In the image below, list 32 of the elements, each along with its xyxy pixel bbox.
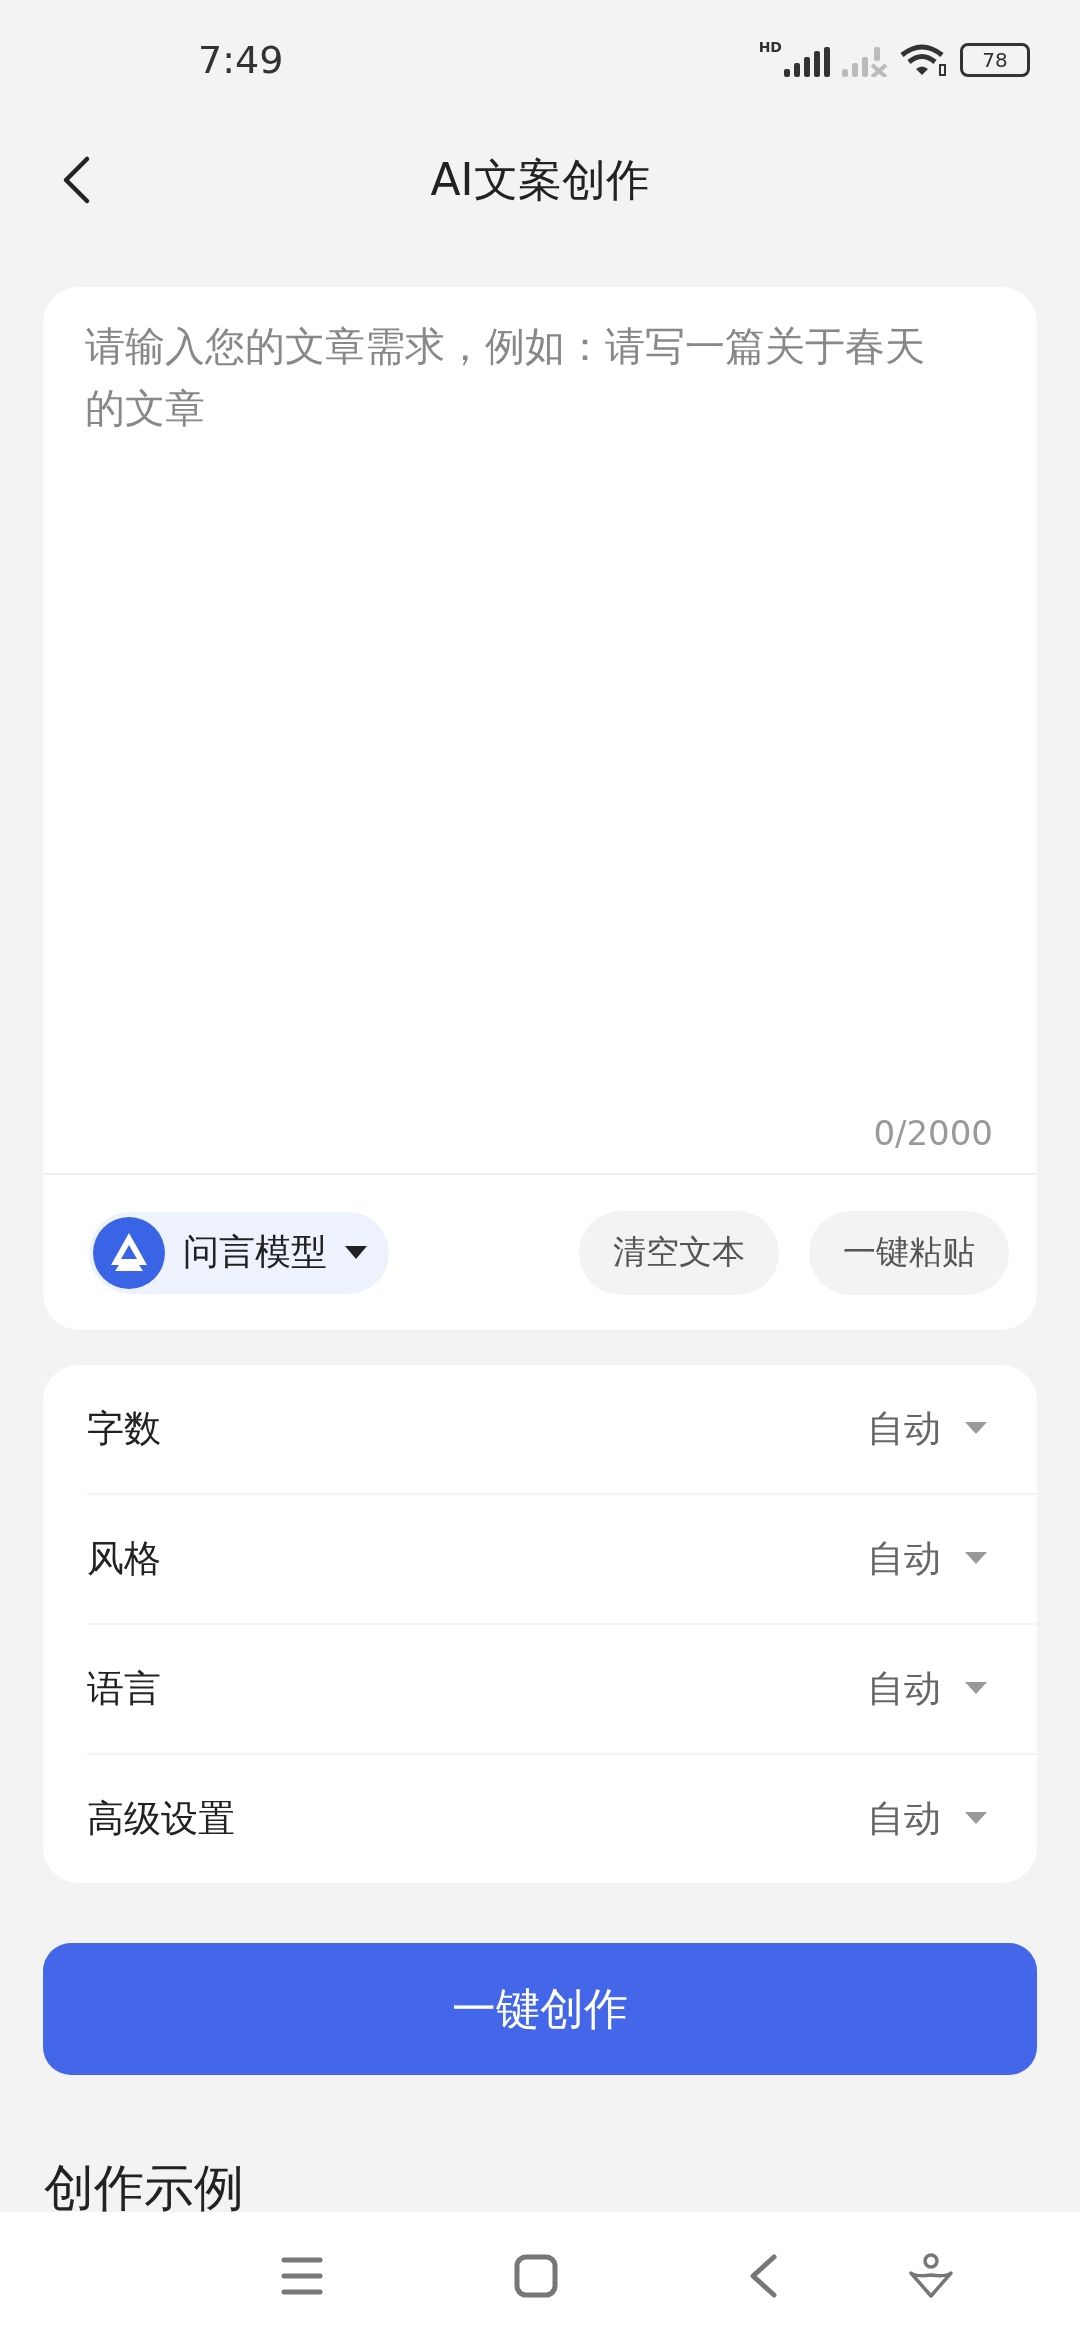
person-icon[interactable] <box>908 2253 954 2299</box>
setting-label: 字数 <box>87 1406 161 1452</box>
home-icon[interactable] <box>514 2254 558 2298</box>
caret-icon <box>965 1812 987 1826</box>
character-counter: 0/2000 <box>873 1113 993 1153</box>
caret-icon <box>965 1422 987 1436</box>
network-label: HD <box>758 39 782 55</box>
caret-icon <box>965 1552 987 1566</box>
setting-label: 高级设置 <box>87 1796 235 1842</box>
action-button[interactable]: 一键粘贴 <box>809 1210 1009 1295</box>
signal-icon <box>784 47 830 77</box>
status-time: 7:49 <box>198 38 284 82</box>
back-icon[interactable] <box>748 2254 778 2298</box>
model-selector[interactable]: 问言模型 <box>89 1211 389 1294</box>
no-signal-icon <box>842 47 888 77</box>
action-button[interactable]: 清空文本 <box>579 1210 779 1295</box>
caret-icon <box>965 1682 987 1696</box>
model-logo-icon <box>93 1216 165 1289</box>
wifi-icon <box>900 43 948 77</box>
setting-label: 风格 <box>87 1536 161 1582</box>
setting-label: 语言 <box>87 1666 161 1712</box>
setting-dropdown[interactable]: 自动 <box>867 1404 987 1454</box>
caret-icon <box>345 1245 367 1260</box>
battery-icon: 78 <box>960 43 1030 77</box>
text-input[interactable]: 请输入您的文章需求，例如：请写一篇关于春天的文章 <box>85 315 993 1113</box>
create-button[interactable]: 一键创作 <box>43 1943 1037 2075</box>
section-heading: 创作示例 <box>44 2158 245 2212</box>
page-title: AI文案创作 <box>430 152 650 207</box>
setting-dropdown[interactable]: 自动 <box>867 1664 987 1714</box>
setting-dropdown[interactable]: 自动 <box>867 1794 987 1844</box>
setting-dropdown[interactable]: 自动 <box>867 1534 987 1584</box>
menu-icon[interactable] <box>280 2256 324 2296</box>
